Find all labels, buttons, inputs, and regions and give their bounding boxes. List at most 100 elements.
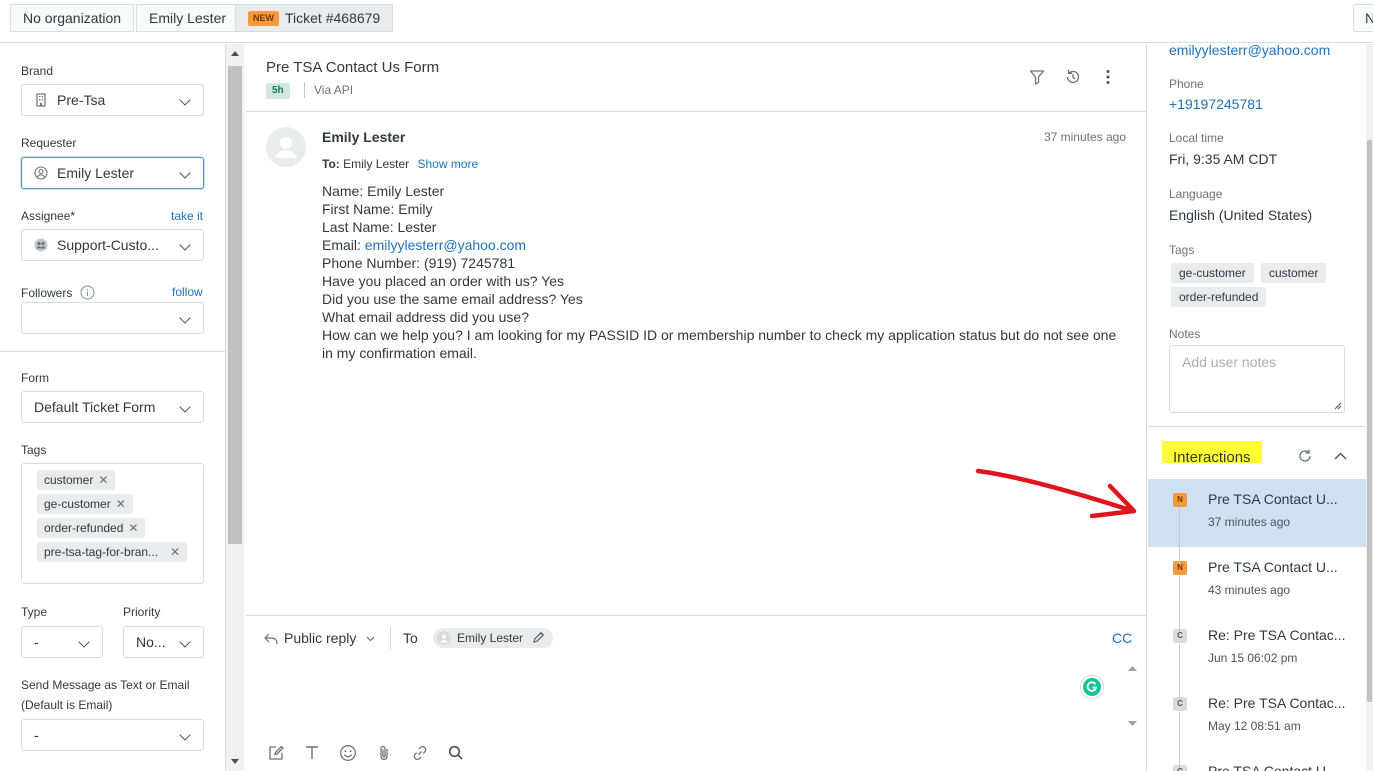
timeline-connector [1179, 644, 1180, 700]
interaction-item[interactable]: C Re: Pre TSA Contac... Jun 15 06:02 pm [1148, 615, 1366, 683]
priority-select[interactable]: No... [123, 626, 204, 658]
interaction-item[interactable]: N Pre TSA Contact U... 37 minutes ago [1148, 479, 1366, 547]
message-author[interactable]: Emily Lester [322, 129, 405, 145]
emoji-icon[interactable] [339, 744, 357, 762]
scroll-thumb[interactable] [228, 66, 242, 544]
attachment-icon[interactable] [375, 744, 393, 762]
tags-label: Tags [1169, 243, 1195, 257]
requester-label: Requester [21, 136, 77, 150]
take-it-link[interactable]: take it [171, 209, 203, 223]
tag-pill[interactable]: customer ✕ [37, 470, 116, 490]
divider [246, 111, 1147, 112]
link-icon[interactable] [411, 744, 429, 762]
chevron-up-icon[interactable] [1334, 452, 1347, 460]
scroll-down-icon[interactable] [1128, 721, 1137, 727]
resize-handle-icon[interactable] [1334, 402, 1342, 410]
search-icon[interactable] [447, 744, 465, 762]
scroll-thumb[interactable] [1367, 140, 1372, 702]
tag-pill[interactable]: ge-customer ✕ [37, 494, 133, 514]
remove-tag-icon[interactable]: ✕ [170, 545, 180, 559]
breadcrumb-requester[interactable]: Emily Lester [136, 4, 240, 32]
interaction-item[interactable]: N Pre TSA Contact U... 43 minutes ago [1148, 547, 1366, 615]
timeline-connector [1179, 712, 1180, 768]
tag-pill[interactable]: pre-tsa-tag-for-bran... ✕ [37, 542, 188, 562]
annotation-arrow-icon [975, 468, 1137, 519]
requester-select[interactable]: Emily Lester [21, 157, 204, 189]
filter-icon[interactable] [1029, 69, 1045, 85]
notes-label: Notes [1169, 327, 1201, 341]
tag-pill: order-refunded [1171, 287, 1267, 307]
language-label: Language [1169, 187, 1223, 201]
user-icon [437, 631, 451, 645]
interaction-item[interactable]: C Pre TSA Contact U... [1148, 751, 1366, 771]
remove-tag-icon[interactable]: ✕ [116, 497, 126, 511]
breadcrumb-organization[interactable]: No organization [10, 4, 135, 32]
interactions-title: Interactions [1162, 441, 1262, 466]
phone-label: Phone [1169, 77, 1204, 91]
chevron-down-icon [179, 312, 191, 324]
message-recipients: To: Emily Lester Show more [322, 157, 479, 171]
interaction-item[interactable]: C Re: Pre TSA Contac... May 12 08:51 am [1148, 683, 1366, 751]
tags-label: Tags [21, 443, 47, 457]
brand-select[interactable]: Pre-Tsa [21, 84, 204, 116]
cc-link[interactable]: CC [1112, 630, 1132, 646]
tags-input[interactable]: customer ✕ ge-customer ✕ order-refunded ✕ p… [21, 463, 204, 584]
scroll-up-icon[interactable] [1128, 665, 1137, 671]
recipient-pill[interactable]: Emily Lester [433, 628, 554, 648]
reply-mode-select[interactable]: Public reply [264, 630, 375, 646]
group-icon [34, 238, 48, 252]
user-icon [34, 166, 48, 180]
scroll-down-icon[interactable] [231, 759, 239, 765]
timeline-connector [1179, 576, 1180, 632]
divider [390, 626, 391, 650]
edit-icon[interactable] [532, 631, 545, 644]
overflow-button[interactable]: N [1353, 4, 1373, 32]
customer-email-link[interactable]: emilyylesterr@yahoo.com [1169, 42, 1330, 58]
followers-select[interactable] [21, 302, 204, 334]
assignee-label: Assignee* [21, 209, 76, 223]
closed-status-badge: C [1173, 697, 1187, 711]
chevron-down-icon [78, 636, 90, 648]
show-more-link[interactable]: Show more [417, 157, 478, 171]
conversation-pane: Pre TSA Contact Us Form 5h Via API Emily… [246, 44, 1147, 771]
tag-pill: ge-customer [1171, 263, 1254, 283]
breadcrumb-ticket[interactable]: NEW Ticket #468679 [235, 4, 394, 32]
language-value: English (United States) [1169, 207, 1313, 223]
new-status-badge: N [1173, 561, 1187, 575]
text-format-icon[interactable] [303, 744, 321, 762]
form-label: Form [21, 371, 49, 385]
compose-icon[interactable] [267, 744, 285, 762]
type-select[interactable]: - [21, 626, 103, 658]
left-scrollbar[interactable] [226, 44, 244, 771]
form-select[interactable]: Default Ticket Form [21, 391, 204, 423]
info-icon[interactable] [80, 285, 95, 300]
more-options-icon[interactable] [1104, 69, 1112, 85]
type-label: Type [21, 605, 48, 619]
tag-pill[interactable]: order-refunded ✕ [37, 518, 146, 538]
new-status-badge: NEW [248, 11, 279, 26]
ticket-properties-panel: Brand Pre-Tsa Requester Emily Lester Ass… [0, 44, 226, 771]
chevron-down-icon [179, 636, 191, 648]
scroll-up-icon[interactable] [231, 50, 239, 56]
composer-scrollbar[interactable] [1124, 663, 1142, 733]
history-icon[interactable] [1064, 68, 1082, 86]
top-bar: No organization Emily Lester NEW Ticket #… [0, 0, 1373, 43]
follow-link[interactable]: follow [172, 285, 203, 299]
remove-tag-icon[interactable]: ✕ [128, 521, 138, 535]
send-message-select[interactable]: - [21, 719, 204, 751]
local-time-value: Fri, 9:35 AM CDT [1169, 151, 1278, 167]
brand-label: Brand [21, 64, 54, 78]
user-avatar-icon [275, 137, 297, 158]
email-link[interactable]: emilyylesterr@yahoo.com [365, 237, 526, 253]
remove-tag-icon[interactable]: ✕ [98, 473, 108, 487]
grammarly-icon[interactable] [1080, 675, 1104, 699]
user-notes-input[interactable]: Add user notes [1169, 345, 1345, 413]
chevron-down-icon [179, 729, 191, 741]
divider [0, 351, 226, 352]
phone-link[interactable]: +19197245781 [1169, 96, 1263, 112]
right-scrollbar[interactable] [1366, 44, 1373, 771]
ticket-subject[interactable]: Pre TSA Contact Us Form [266, 59, 439, 76]
chevron-down-icon [179, 94, 191, 106]
assignee-select[interactable]: Support-Custo... [21, 229, 204, 261]
refresh-icon[interactable] [1297, 448, 1313, 464]
